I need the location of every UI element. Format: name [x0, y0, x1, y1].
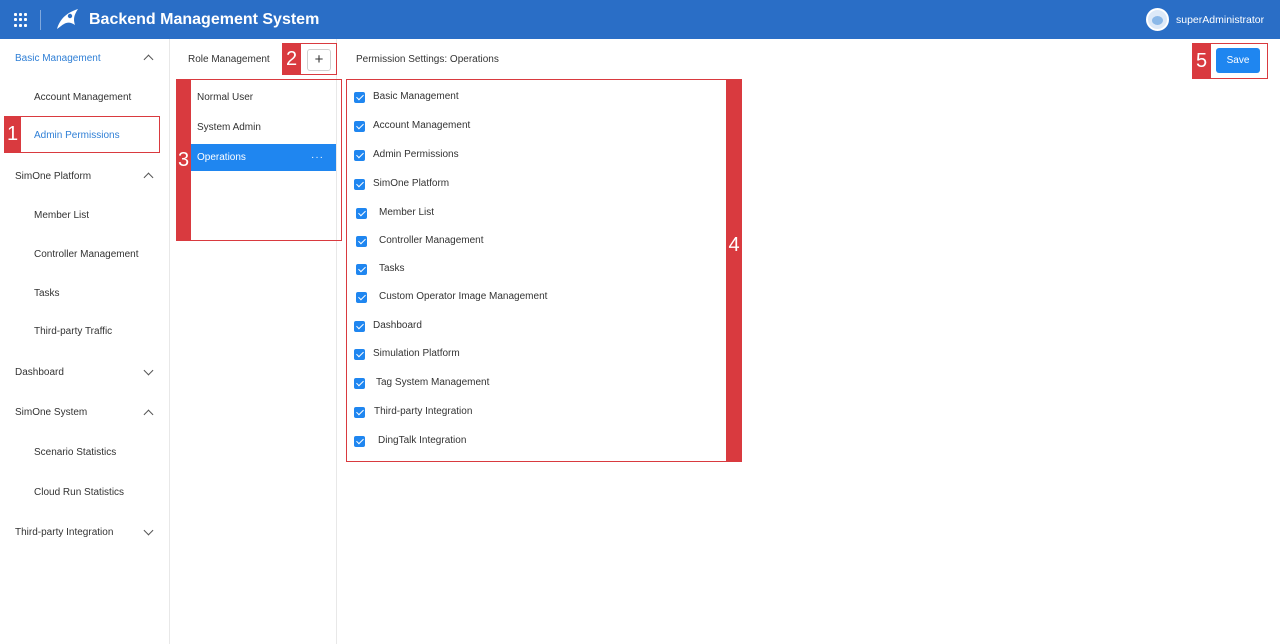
app-title: Backend Management System	[89, 11, 320, 28]
sidebar-item-controller-management[interactable]: Controller Management	[34, 249, 139, 260]
apps-grid-icon[interactable]	[14, 13, 28, 27]
sidebar-group-dashboard[interactable]: Dashboard	[15, 367, 64, 378]
brand-logo-icon	[57, 9, 78, 29]
sidebar-item-third-party-traffic[interactable]: Third-party Traffic	[34, 326, 112, 337]
sidebar-group-basic-management[interactable]: Basic Management	[15, 53, 101, 64]
header-divider	[40, 10, 41, 30]
sidebar-item-member-list[interactable]: Member List	[34, 210, 89, 221]
chevron-down-icon[interactable]	[143, 365, 154, 376]
chevron-up-icon[interactable]	[143, 409, 154, 420]
annotation-box-1	[4, 116, 160, 153]
annotation-tag-4: 4	[726, 79, 742, 462]
chevron-up-icon[interactable]	[143, 54, 154, 65]
sidebar-group-simone-system[interactable]: SimOne System	[15, 407, 87, 418]
role-management-title: Role Management	[188, 54, 270, 65]
annotation-box-3	[176, 79, 342, 241]
annotation-tag-5: 5	[1192, 43, 1211, 79]
annotation-box-4	[346, 79, 742, 462]
sidebar-item-cloud-run-statistics[interactable]: Cloud Run Statistics	[34, 487, 124, 498]
top-header: Backend Management System superAdministr…	[0, 0, 1280, 39]
annotation-tag-1: 1	[4, 116, 21, 153]
sidebar-item-scenario-statistics[interactable]: Scenario Statistics	[34, 447, 116, 458]
sidebar-group-third-party-integration[interactable]: Third-party Integration	[15, 527, 113, 538]
sidebar-item-account-management[interactable]: Account Management	[34, 92, 131, 103]
sidebar-item-tasks[interactable]: Tasks	[34, 288, 60, 299]
annotation-tag-2: 2	[282, 43, 301, 75]
chevron-down-icon[interactable]	[143, 525, 154, 536]
chevron-up-icon[interactable]	[143, 172, 154, 183]
sidebar-group-simone-platform[interactable]: SimOne Platform	[15, 171, 91, 182]
permission-settings-title: Permission Settings: Operations	[356, 54, 499, 65]
user-name[interactable]: superAdministrator	[1176, 14, 1264, 26]
annotation-tag-3: 3	[176, 79, 191, 241]
user-avatar[interactable]	[1146, 8, 1169, 31]
